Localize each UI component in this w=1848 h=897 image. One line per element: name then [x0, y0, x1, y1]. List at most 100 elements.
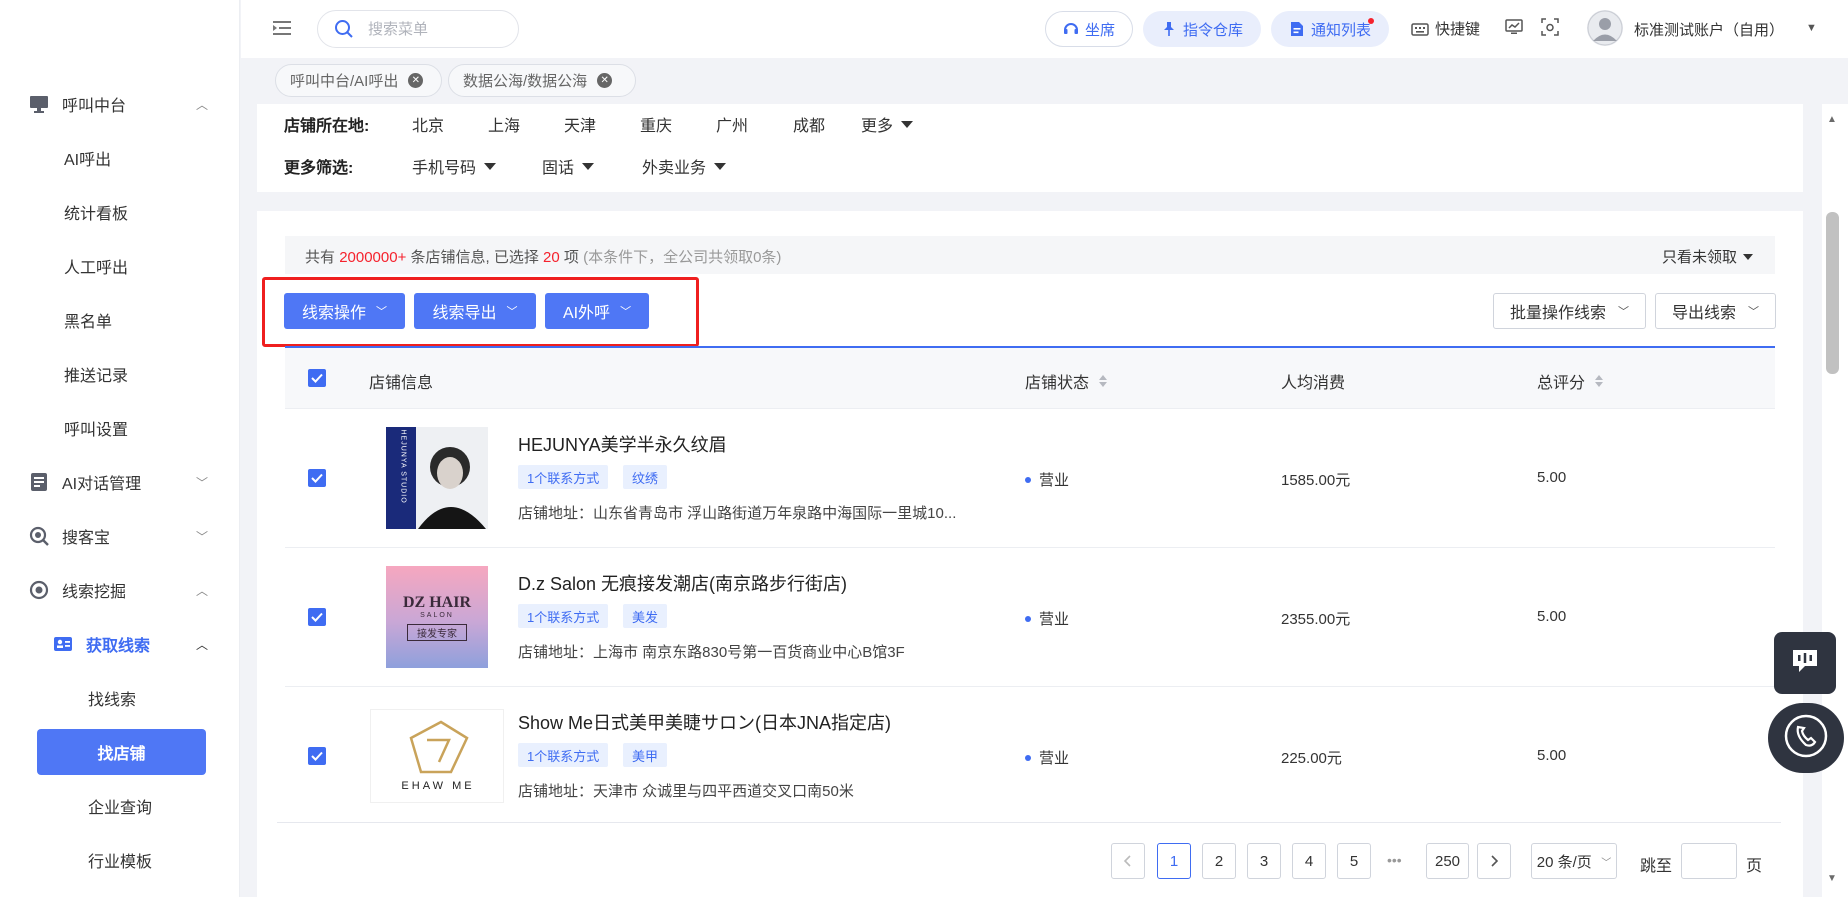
- batch-ops-button[interactable]: 批量操作线索 ﹀: [1493, 293, 1646, 329]
- agent-button[interactable]: 坐席: [1045, 11, 1133, 47]
- shop-thumbnail[interactable]: HEJUNYA STUDIO: [386, 427, 488, 529]
- user-name[interactable]: 标准测试账户（自用）: [1634, 19, 1784, 40]
- notify-list-button[interactable]: 通知列表: [1271, 11, 1389, 47]
- headset-icon: [1063, 21, 1079, 37]
- sidebar-item-industry-template[interactable]: 行业模板: [0, 833, 240, 887]
- notice-icon: [1289, 21, 1305, 37]
- menu-fold-icon[interactable]: [271, 17, 293, 39]
- table-row[interactable]: HEJUNYA STUDIO HEJUNYA美学半永久纹眉 1个联系方式 纹绣 …: [285, 409, 1775, 548]
- scroll-down-icon[interactable]: ▼: [1827, 873, 1837, 884]
- chevron-up-icon: ︿: [196, 637, 209, 652]
- page-2-button[interactable]: 2: [1202, 843, 1236, 879]
- sidebar-item-blacklist[interactable]: 黑名单: [0, 293, 240, 347]
- close-icon[interactable]: ✕: [597, 73, 613, 88]
- sidebar-item-ai-call[interactable]: AI呼出: [0, 131, 240, 185]
- lead-export-button[interactable]: 线索导出 ﹀: [414, 293, 536, 329]
- jump-page-input[interactable]: [1681, 843, 1737, 879]
- table-row[interactable]: EHAW ME Show Me日式美甲美睫サロン(日本JNA指定店) 1个联系方…: [285, 687, 1775, 822]
- next-page-button[interactable]: [1477, 843, 1511, 879]
- sidebar-item-get-leads[interactable]: 获取线索 ︿: [0, 617, 240, 671]
- screen-monitor-button[interactable]: [1505, 18, 1529, 36]
- sidebar-item-ai-dialog[interactable]: AI对话管理 ﹀: [0, 455, 240, 509]
- sidebar-item-label: 获取线索: [86, 638, 151, 655]
- landline-filter-dropdown[interactable]: 固话: [542, 154, 595, 178]
- ai-call-button[interactable]: AI外呼 ﹀: [545, 293, 649, 329]
- search-input[interactable]: [368, 20, 508, 38]
- city-option-shanghai[interactable]: 上海: [488, 112, 520, 136]
- shop-name[interactable]: HEJUNYA美学半永久纹眉: [518, 431, 727, 457]
- prev-page-button[interactable]: [1111, 843, 1145, 879]
- page-last-button[interactable]: 250: [1426, 843, 1469, 879]
- tab-label: 数据公海/数据公海: [463, 73, 588, 90]
- sidebar-item-label: 黑名单: [64, 314, 113, 331]
- status-dot: [1025, 615, 1031, 622]
- row-checkbox[interactable]: [308, 608, 326, 626]
- sidebar: 呼叫中台 ︿ AI呼出 统计看板 人工呼出 黑名单 推送记录 呼叫设置 AI对话…: [0, 0, 240, 897]
- column-total-score[interactable]: 总评分: [1537, 369, 1604, 393]
- sidebar-item-push-records[interactable]: 推送记录: [0, 347, 240, 401]
- lead-ops-button[interactable]: 线索操作 ﹀: [284, 293, 405, 329]
- shortcut-label: 快捷键: [1435, 21, 1481, 38]
- page-4-button[interactable]: 4: [1292, 843, 1326, 879]
- page-1-button[interactable]: 1: [1157, 843, 1191, 879]
- phone-filter-dropdown[interactable]: 手机号码: [412, 154, 497, 178]
- tab-data-sea[interactable]: 数据公海/数据公海 ✕: [448, 64, 636, 97]
- id-card-icon: [52, 633, 74, 655]
- page-size-select[interactable]: 20 条/页 ﹀: [1531, 843, 1617, 879]
- shop-thumbnail[interactable]: EHAW ME: [370, 709, 504, 803]
- sidebar-item-call-center[interactable]: 呼叫中台 ︿: [0, 77, 240, 131]
- command-repo-button[interactable]: 指令仓库: [1143, 11, 1261, 47]
- chevron-down-icon: ﹀: [1601, 857, 1612, 869]
- sidebar-item-find-leads[interactable]: 找线索: [0, 671, 240, 725]
- scrollbar-thumb[interactable]: [1826, 212, 1839, 374]
- delivery-filter-dropdown[interactable]: 外卖业务: [642, 154, 727, 178]
- status-dot: [1025, 476, 1031, 483]
- screenshot-button[interactable]: [1541, 18, 1565, 36]
- select-all-checkbox[interactable]: [308, 369, 326, 387]
- city-option-guangzhou[interactable]: 广州: [716, 112, 748, 136]
- sidebar-item-soukebao[interactable]: 搜客宝 ﹀: [0, 509, 240, 563]
- phone-widget-button[interactable]: [1768, 703, 1844, 773]
- table-row[interactable]: DZ HAIR SALON 接发专家 D.z Salon 无痕接发潮店(南京路步…: [285, 548, 1775, 687]
- ai-call-label: AI外呼: [562, 305, 611, 322]
- sidebar-item-lead-mining[interactable]: 线索挖掘 ︿: [0, 563, 240, 617]
- result-summary: 共有 2000000+ 条店铺信息, 已选择 20 项 (本条件下，全公司共领取…: [285, 236, 1775, 274]
- row-checkbox[interactable]: [308, 747, 326, 765]
- page-5-button[interactable]: 5: [1337, 843, 1371, 879]
- category-tag: 纹绣: [623, 465, 668, 489]
- sidebar-item-company-query[interactable]: 企业查询: [0, 779, 240, 833]
- export-leads-button[interactable]: 导出线索 ﹀: [1655, 293, 1776, 329]
- chat-widget-button[interactable]: [1774, 632, 1836, 694]
- column-shop-status[interactable]: 店铺状态: [1025, 369, 1108, 393]
- sort-icon[interactable]: [1099, 375, 1108, 387]
- row-checkbox[interactable]: [308, 469, 326, 487]
- close-icon[interactable]: ✕: [408, 73, 424, 88]
- page-ellipsis[interactable]: •••: [1387, 852, 1402, 868]
- city-option-chongqing[interactable]: 重庆: [640, 112, 672, 136]
- page-3-button[interactable]: 3: [1247, 843, 1281, 879]
- more-cities-dropdown[interactable]: 更多: [861, 112, 914, 136]
- city-option-beijing[interactable]: 北京: [412, 112, 444, 136]
- sidebar-item-call-settings[interactable]: 呼叫设置: [0, 401, 240, 455]
- sidebar-item-dashboard[interactable]: 统计看板: [0, 185, 240, 239]
- sidebar-item-find-shops[interactable]: 找店铺: [37, 729, 206, 775]
- scroll-up-icon[interactable]: ▲: [1827, 114, 1837, 125]
- shop-name[interactable]: D.z Salon 无痕接发潮店(南京路步行街店): [518, 570, 847, 596]
- shop-thumbnail[interactable]: DZ HAIR SALON 接发专家: [386, 566, 488, 668]
- menu-search[interactable]: [317, 10, 519, 48]
- shortcut-button[interactable]: 快捷键: [1411, 18, 1480, 39]
- city-option-chengdu[interactable]: 成都: [793, 112, 825, 136]
- avatar[interactable]: [1587, 10, 1623, 46]
- tab-ai-call[interactable]: 呼叫中台/AI呼出 ✕: [275, 64, 442, 97]
- sidebar-item-label: 找店铺: [97, 746, 146, 763]
- only-unclaimed-dropdown[interactable]: 只看未领取: [1662, 246, 1753, 267]
- city-option-tianjin[interactable]: 天津: [564, 112, 596, 136]
- camera-icon: [1541, 18, 1559, 36]
- shop-name[interactable]: Show Me日式美甲美睫サロン(日本JNA指定店): [518, 709, 891, 735]
- sort-icon[interactable]: [1595, 375, 1604, 387]
- caret-down-icon[interactable]: ▼: [1806, 22, 1817, 34]
- sidebar-item-manual-call[interactable]: 人工呼出: [0, 239, 240, 293]
- sidebar-item-label: 搜客宝: [62, 530, 111, 547]
- search-icon: [334, 19, 354, 39]
- status-dot: [1025, 754, 1031, 761]
